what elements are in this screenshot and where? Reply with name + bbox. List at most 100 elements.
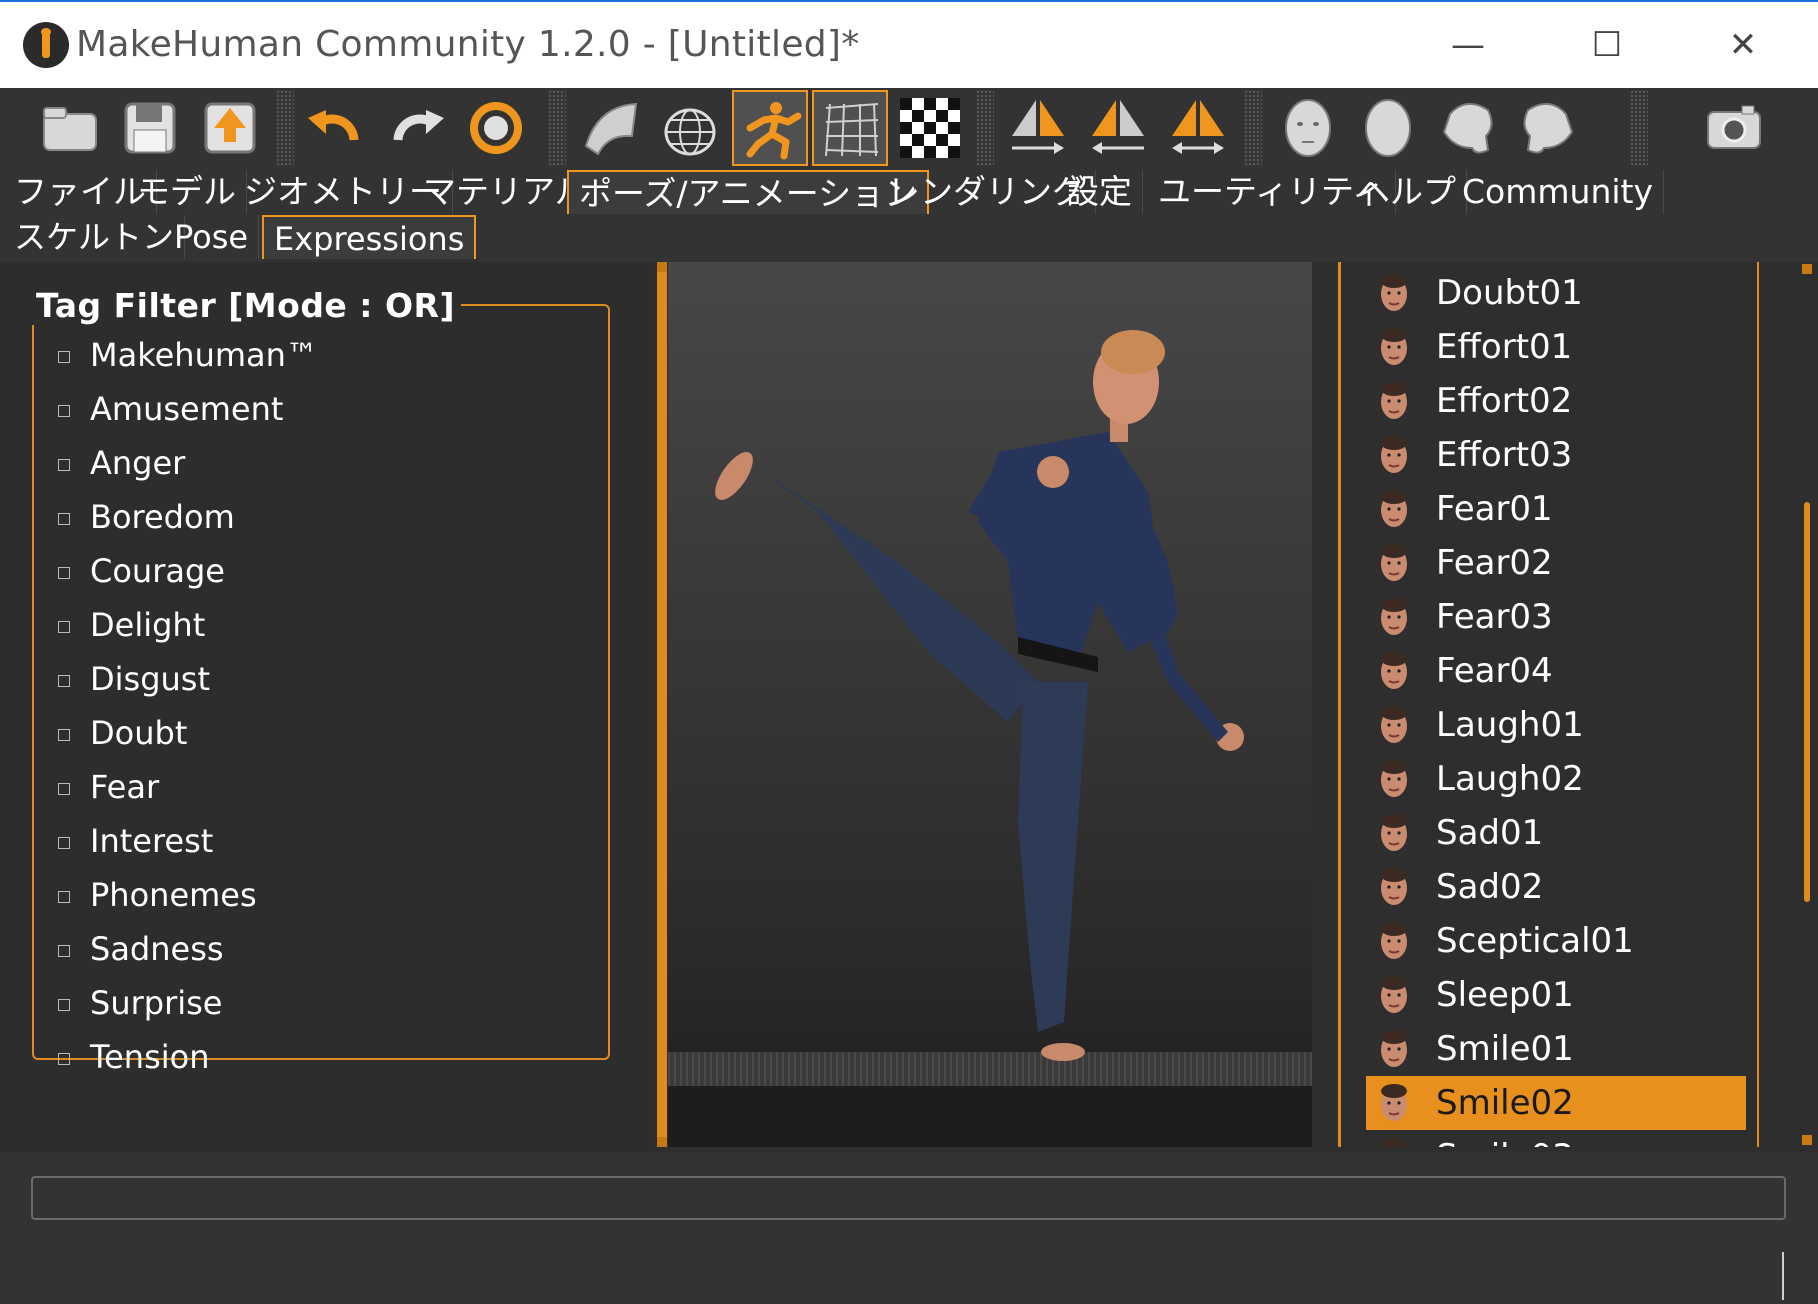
expression-item[interactable]: Effort03 <box>1366 428 1746 482</box>
tag-filter-item[interactable]: Doubt <box>58 706 318 760</box>
export-icon[interactable] <box>192 90 268 166</box>
tag-label: Fear <box>90 768 160 806</box>
face-thumbnail-icon <box>1381 1030 1407 1067</box>
symmetry-both-icon[interactable] <box>1160 90 1236 166</box>
redo-icon[interactable] <box>378 90 454 166</box>
expression-item[interactable]: Laugh01 <box>1366 698 1746 752</box>
expression-label: Smile02 <box>1436 1083 1574 1123</box>
expression-item[interactable]: Fear04 <box>1366 644 1746 698</box>
tag-checkbox[interactable] <box>58 783 70 795</box>
symmetry-left-icon[interactable] <box>1080 90 1156 166</box>
tag-checkbox[interactable] <box>58 945 70 957</box>
tag-label: Surprise <box>90 984 223 1022</box>
tag-filter-title: Tag Filter [Mode : OR] <box>30 286 462 325</box>
expression-label: Fear04 <box>1436 651 1553 691</box>
left-splitter[interactable] <box>657 262 667 1147</box>
tab-pose-animation[interactable]: ポーズ/アニメーション <box>567 170 930 214</box>
tag-filter-item[interactable]: Makehuman™ <box>58 328 318 382</box>
tag-checkbox[interactable] <box>58 729 70 741</box>
expression-label: Sceptical01 <box>1436 921 1634 961</box>
pose-icon[interactable] <box>732 90 808 166</box>
tag-filter-item[interactable]: Amusement <box>58 382 318 436</box>
expression-item[interactable]: Laugh02 <box>1366 752 1746 806</box>
left-view-icon[interactable] <box>1430 90 1506 166</box>
expression-item[interactable]: Smile02 <box>1366 1076 1746 1130</box>
tag-filter-item[interactable]: Disgust <box>58 652 318 706</box>
expression-item[interactable]: Effort01 <box>1366 320 1746 374</box>
symmetry-right-icon[interactable] <box>1000 90 1076 166</box>
scrollbar-thumb[interactable] <box>1804 502 1810 902</box>
tag-checkbox[interactable] <box>58 567 70 579</box>
tag-filter-item[interactable]: Surprise <box>58 976 318 1030</box>
expression-item[interactable]: Smile03 <box>1366 1130 1746 1147</box>
expression-item[interactable]: Effort02 <box>1366 374 1746 428</box>
expression-item[interactable]: Sleep01 <box>1366 968 1746 1022</box>
tag-checkbox[interactable] <box>58 513 70 525</box>
tab-pose[interactable]: Pose <box>164 215 260 259</box>
face-thumbnail-icon <box>1381 544 1407 581</box>
expression-item[interactable]: Fear01 <box>1366 482 1746 536</box>
save-icon[interactable] <box>112 90 188 166</box>
tag-label: Courage <box>90 552 225 590</box>
close-button[interactable]: ✕ <box>1708 20 1778 70</box>
face-thumbnail-icon <box>1381 1138 1407 1147</box>
face-thumbnail-icon <box>1381 814 1407 851</box>
expression-label: Doubt01 <box>1436 273 1583 313</box>
wireframe-icon[interactable] <box>652 90 728 166</box>
smooth-icon[interactable] <box>572 90 648 166</box>
tag-checkbox[interactable] <box>58 1053 70 1065</box>
face-thumbnail-icon <box>1381 382 1407 419</box>
minimize-button[interactable]: — <box>1433 20 1503 70</box>
window-title: MakeHuman Community 1.2.0 - [Untitled]* <box>76 24 860 65</box>
tag-checkbox[interactable] <box>58 621 70 633</box>
tag-filter-item[interactable]: Interest <box>58 814 318 868</box>
expression-item[interactable]: Sceptical01 <box>1366 914 1746 968</box>
tag-filter-item[interactable]: Anger <box>58 436 318 490</box>
expression-item[interactable]: Sad02 <box>1366 860 1746 914</box>
resize-grip[interactable] <box>1782 1252 1784 1300</box>
toolbar-separator <box>548 90 566 166</box>
back-view-icon[interactable] <box>1350 90 1426 166</box>
tag-filter-item[interactable]: Courage <box>58 544 318 598</box>
expression-list-scrollbar[interactable] <box>1800 262 1812 1147</box>
tag-filter-item[interactable]: Boredom <box>58 490 318 544</box>
tab-model[interactable]: モデル <box>127 170 247 214</box>
tag-label: Boredom <box>90 498 235 536</box>
expression-item[interactable]: Smile01 <box>1366 1022 1746 1076</box>
front-view-icon[interactable] <box>1270 90 1346 166</box>
tab-settings[interactable]: 設定 <box>1056 170 1143 214</box>
tag-checkbox[interactable] <box>58 405 70 417</box>
tab-skeleton[interactable]: スケルトン <box>4 215 186 259</box>
tag-filter-item[interactable]: Phonemes <box>58 868 318 922</box>
tag-checkbox[interactable] <box>58 999 70 1011</box>
tag-checkbox[interactable] <box>58 459 70 471</box>
grid-icon[interactable] <box>812 90 888 166</box>
tab-help[interactable]: ヘルプ <box>1347 170 1467 214</box>
3d-viewport[interactable] <box>668 262 1312 1147</box>
screenshot-icon[interactable] <box>1696 90 1772 166</box>
expression-label: Sleep01 <box>1436 975 1574 1015</box>
expression-item[interactable]: Fear03 <box>1366 590 1746 644</box>
right-view-icon[interactable] <box>1510 90 1586 166</box>
tab-community[interactable]: Community <box>1452 170 1664 214</box>
right-splitter[interactable] <box>1338 262 1341 1147</box>
load-icon[interactable] <box>32 90 108 166</box>
reset-icon[interactable] <box>458 90 534 166</box>
tag-filter-item[interactable]: Delight <box>58 598 318 652</box>
tab-expressions[interactable]: Expressions <box>262 215 477 259</box>
tag-filter-item[interactable]: Fear <box>58 760 318 814</box>
expression-item[interactable]: Sad01 <box>1366 806 1746 860</box>
expression-item[interactable]: Doubt01 <box>1366 266 1746 320</box>
expression-list: Doubt01 Effort01 Effort02 Effort03 Fear01 Fea… <box>1366 266 1746 1147</box>
tag-filter-item[interactable]: Tension <box>58 1030 318 1084</box>
tag-checkbox[interactable] <box>58 351 70 363</box>
maximize-button[interactable]: ☐ <box>1572 20 1642 70</box>
expression-item[interactable]: Fear02 <box>1366 536 1746 590</box>
sub-tabs: スケルトン Pose Expressions <box>0 215 1818 259</box>
tag-checkbox[interactable] <box>58 675 70 687</box>
checker-icon[interactable] <box>892 90 968 166</box>
undo-icon[interactable] <box>298 90 374 166</box>
tag-checkbox[interactable] <box>58 837 70 849</box>
tag-filter-item[interactable]: Sadness <box>58 922 318 976</box>
tag-checkbox[interactable] <box>58 891 70 903</box>
